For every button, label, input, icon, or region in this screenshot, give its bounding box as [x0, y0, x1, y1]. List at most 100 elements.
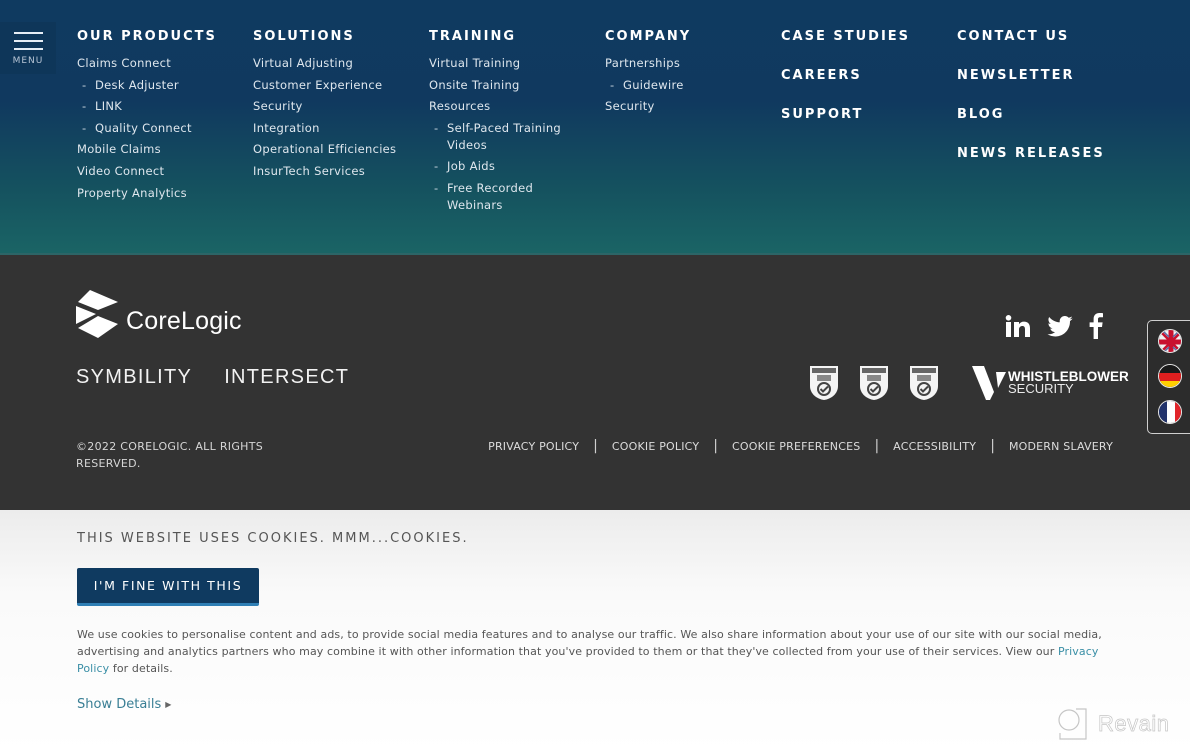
separator: | — [990, 438, 995, 454]
nav-link[interactable]: Virtual Adjusting — [253, 56, 353, 70]
certification-badges: WHISTLEBLOWER SECURITY — [808, 365, 1129, 401]
nav-link[interactable]: Job Aids — [447, 159, 495, 173]
symbility-logo[interactable]: SYMBILITY — [76, 366, 192, 389]
nav-item[interactable]: Virtual Adjusting — [253, 55, 423, 72]
nav-link-news-releases[interactable]: NEWS RELEASES — [957, 145, 1127, 163]
cookie-preferences-link[interactable]: COOKIE PREFERENCES — [732, 440, 860, 453]
nav-subitem[interactable]: Guidewire — [605, 77, 775, 94]
nav-column-company: COMPANY Partnerships Guidewire Security — [605, 28, 775, 120]
nav-column-products: OUR PRODUCTS Claims Connect Desk Adjuster… — [77, 28, 247, 206]
nav-subitem[interactable]: Job Aids — [429, 158, 579, 175]
nav-item[interactable]: Onsite Training — [429, 77, 579, 94]
nav-heading-company[interactable]: COMPANY — [605, 28, 775, 46]
cookie-description: We use cookies to personalise content an… — [77, 626, 1117, 677]
nav-link-blog[interactable]: BLOG — [957, 106, 1127, 124]
nav-subitem[interactable]: LINK — [77, 98, 247, 115]
show-details-toggle[interactable]: Show Details ▶ — [77, 697, 171, 712]
nav-link[interactable]: Quality Connect — [95, 121, 192, 135]
accept-cookies-button[interactable]: I'M FINE WITH THIS — [77, 568, 259, 606]
privacy-policy-link[interactable]: PRIVACY POLICY — [488, 440, 579, 453]
whistleblower-v-icon — [972, 366, 1006, 400]
nav-item[interactable]: Security — [605, 98, 775, 115]
nav-list: Virtual Adjusting Customer Experience Secu… — [253, 55, 423, 180]
nav-link[interactable]: Free Recorded Webinars — [447, 181, 533, 212]
revain-wordmark: Revain — [1098, 711, 1170, 737]
uk-flag-icon[interactable] — [1158, 329, 1182, 353]
nav-link[interactable]: Security — [605, 99, 655, 113]
nav-item[interactable]: Property Analytics — [77, 185, 247, 202]
germany-flag-icon[interactable] — [1158, 364, 1182, 388]
legal-links: PRIVACY POLICY | COOKIE POLICY | COOKIE … — [488, 438, 1113, 454]
nav-item[interactable]: Virtual Training — [429, 55, 579, 72]
site-footer: CoreLogic SYMBILITY INTERSECT ©2022 CORE… — [0, 253, 1190, 510]
cookie-headline: THIS WEBSITE USES COOKIES. MMM...COOKIES… — [77, 531, 469, 546]
nav-link[interactable]: Integration — [253, 121, 320, 135]
nav-link-support[interactable]: SUPPORT — [781, 106, 951, 124]
caret-right-icon: ▶ — [165, 700, 172, 709]
nav-link-newsletter[interactable]: NEWSLETTER — [957, 67, 1127, 85]
cookie-policy-link[interactable]: COOKIE POLICY — [612, 440, 699, 453]
nav-subitem[interactable]: Quality Connect — [77, 120, 247, 137]
nav-link[interactable]: Claims Connect — [77, 56, 171, 70]
nav-link[interactable]: Desk Adjuster — [95, 78, 179, 92]
nav-item[interactable]: Resources — [429, 98, 579, 115]
nav-link[interactable]: Onsite Training — [429, 78, 520, 92]
accessibility-link[interactable]: ACCESSIBILITY — [893, 440, 976, 453]
nav-link-careers[interactable]: CAREERS — [781, 67, 951, 85]
nav-link[interactable]: Virtual Training — [429, 56, 520, 70]
nav-item[interactable]: Operational Efficiencies — [253, 141, 423, 158]
twitter-icon[interactable] — [1047, 315, 1073, 341]
corelogic-logo[interactable]: CoreLogic — [76, 290, 242, 338]
nav-link[interactable]: Mobile Claims — [77, 142, 161, 156]
cookie-description-end: for details. — [109, 662, 173, 675]
nav-item[interactable]: Customer Experience — [253, 77, 423, 94]
linkedin-icon[interactable] — [1005, 315, 1031, 341]
nav-column-training: TRAINING Virtual Training Onsite Training… — [429, 28, 579, 219]
nav-subitem[interactable]: Self-Paced Training Videos — [429, 120, 579, 154]
nav-item[interactable]: Security — [253, 98, 423, 115]
menu-button[interactable]: MENU — [0, 22, 56, 74]
nav-column-contact: CONTACT US NEWSLETTER BLOG NEWS RELEASES — [957, 28, 1127, 184]
nav-item[interactable]: Partnerships — [605, 55, 775, 72]
nav-list: Partnerships Guidewire Security — [605, 55, 775, 115]
nav-link[interactable]: Property Analytics — [77, 186, 187, 200]
nav-link[interactable]: Self-Paced Training Videos — [447, 121, 561, 152]
sub-brand-logos: SYMBILITY INTERSECT — [76, 366, 349, 389]
nav-item[interactable]: Integration — [253, 120, 423, 137]
nav-link[interactable]: LINK — [95, 99, 122, 113]
nav-item[interactable]: Mobile Claims — [77, 141, 247, 158]
menu-label: MENU — [12, 56, 44, 66]
copyright-text: ©2022 CORELOGIC. ALL RIGHTS RESERVED. — [76, 440, 264, 470]
nav-link[interactable]: InsurTech Services — [253, 164, 365, 178]
nav-link[interactable]: Resources — [429, 99, 490, 113]
corelogic-cube-icon — [76, 290, 118, 338]
france-flag-icon[interactable] — [1158, 400, 1182, 424]
language-selector — [1147, 320, 1190, 434]
nav-column-misc: CASE STUDIES CAREERS SUPPORT — [781, 28, 951, 145]
nav-subitem[interactable]: Free Recorded Webinars — [429, 180, 579, 214]
nav-link-contact-us[interactable]: CONTACT US — [957, 28, 1127, 46]
modern-slavery-link[interactable]: MODERN SLAVERY — [1009, 440, 1113, 453]
nav-subitem[interactable]: Desk Adjuster — [77, 77, 247, 94]
nav-item[interactable]: Video Connect — [77, 163, 247, 180]
whistleblower-line2: SECURITY — [1008, 381, 1074, 396]
whistleblower-logo[interactable]: WHISTLEBLOWER SECURITY — [972, 366, 1129, 400]
nav-heading-products[interactable]: OUR PRODUCTS — [77, 28, 247, 46]
nav-link-case-studies[interactable]: CASE STUDIES — [781, 28, 951, 46]
nav-link[interactable]: Guidewire — [623, 78, 684, 92]
nav-heading-training[interactable]: TRAINING — [429, 28, 579, 46]
nav-link[interactable]: Partnerships — [605, 56, 680, 70]
nav-link[interactable]: Video Connect — [77, 164, 164, 178]
nav-column-solutions: SOLUTIONS Virtual Adjusting Customer Expe… — [253, 28, 423, 185]
nav-item[interactable]: Claims Connect — [77, 55, 247, 72]
separator: | — [713, 438, 718, 454]
intersect-logo[interactable]: INTERSECT — [224, 366, 349, 389]
nav-item[interactable]: InsurTech Services — [253, 163, 423, 180]
nav-link[interactable]: Customer Experience — [253, 78, 382, 92]
separator: | — [593, 438, 598, 454]
nav-link[interactable]: Operational Efficiencies — [253, 142, 396, 156]
nav-heading-solutions[interactable]: SOLUTIONS — [253, 28, 423, 46]
cookie-banner: THIS WEBSITE USES COOKIES. MMM...COOKIES… — [0, 510, 1190, 753]
nav-link[interactable]: Security — [253, 99, 303, 113]
facebook-icon[interactable] — [1089, 313, 1103, 343]
